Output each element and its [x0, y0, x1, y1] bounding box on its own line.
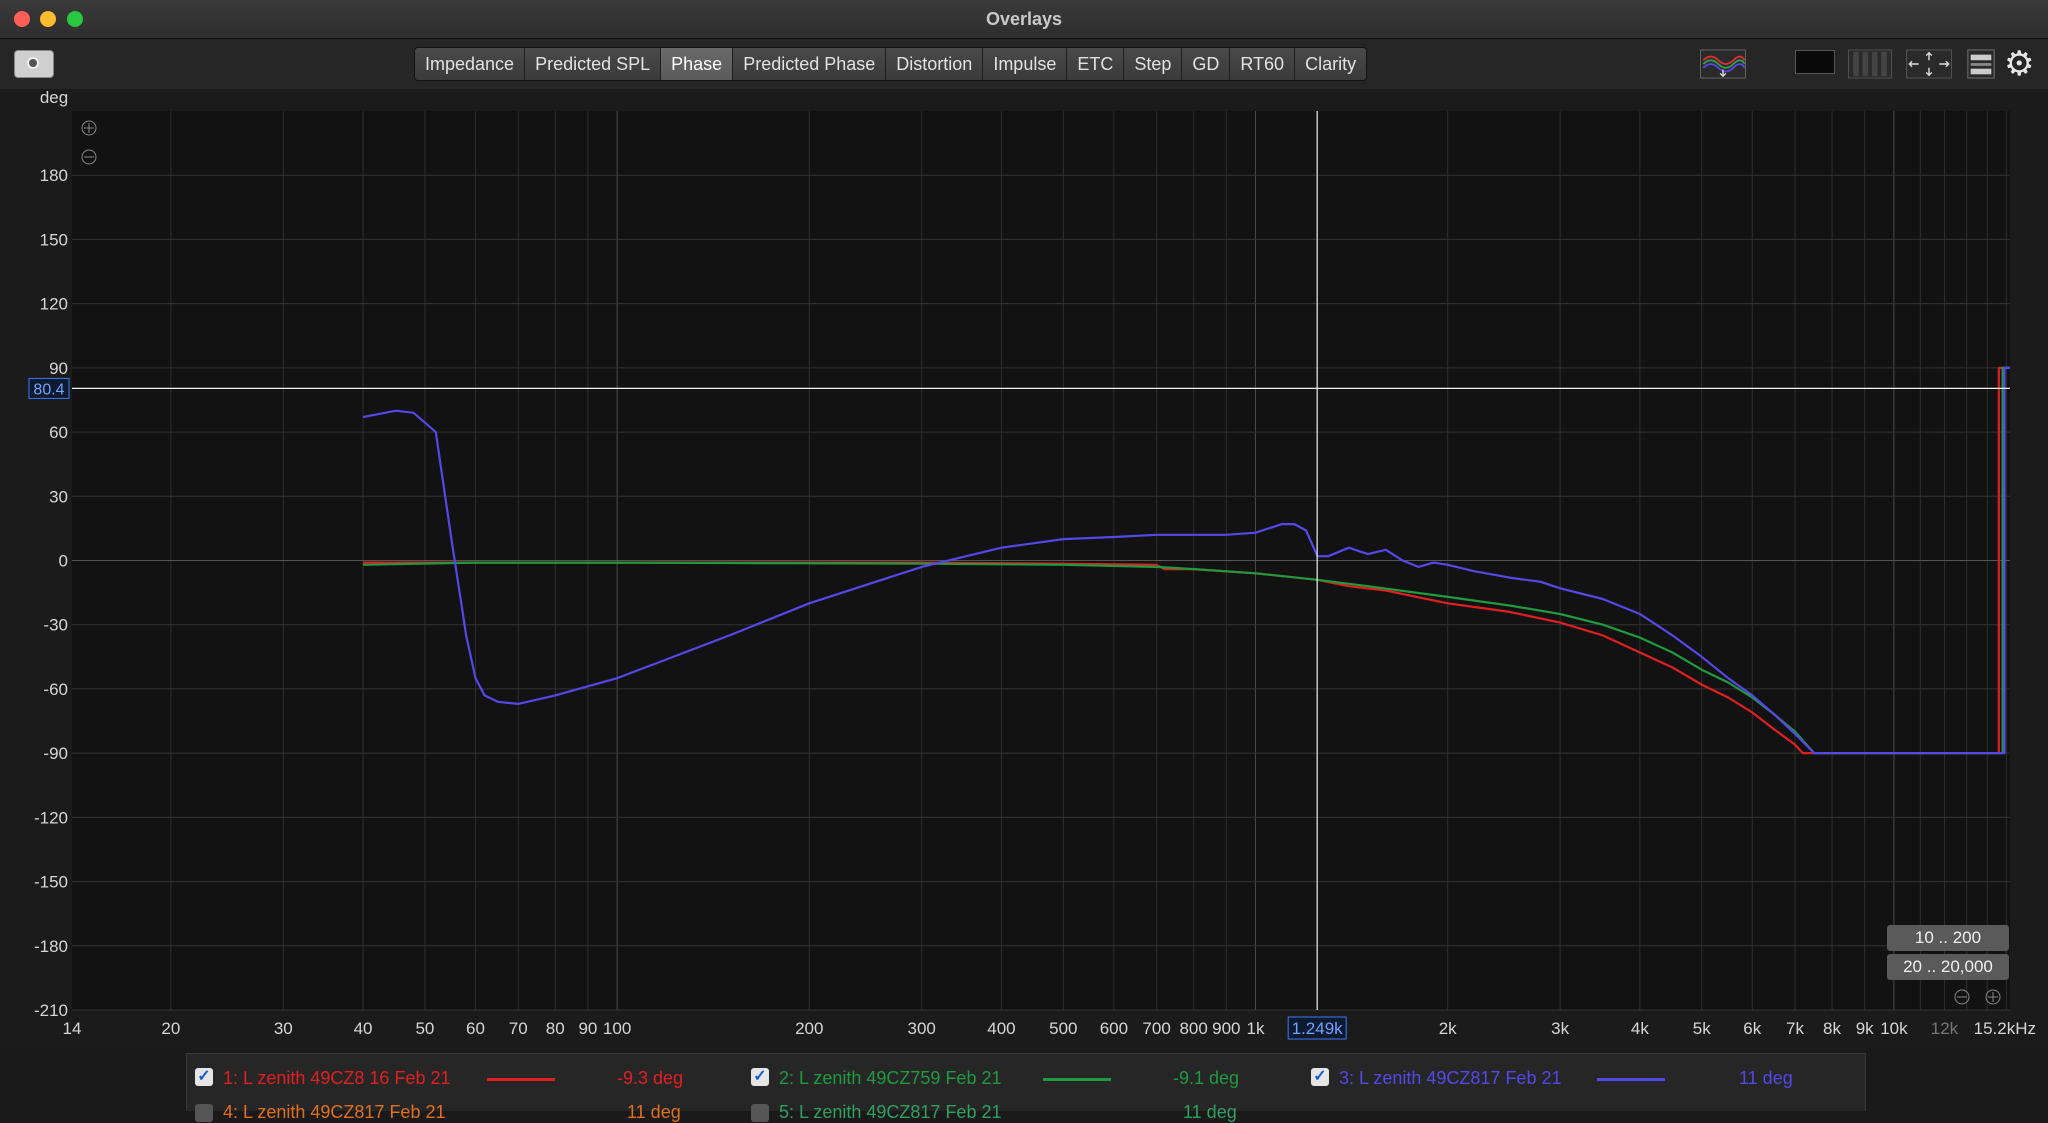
x-tick-label: 6k — [1743, 1019, 1761, 1038]
camera-icon[interactable] — [14, 50, 54, 78]
y-tick-label: 30 — [49, 487, 68, 506]
gear-icon[interactable]: ⚙ — [2004, 47, 2034, 81]
x-tick-label: 400 — [987, 1019, 1015, 1038]
tab-step[interactable]: Step — [1124, 48, 1183, 80]
range-10-200-button[interactable]: 10 .. 200 — [1887, 925, 2009, 951]
y-tick-label: -30 — [43, 616, 68, 635]
cursor-y-readout: 80.4 — [33, 381, 64, 398]
fit-arrows-icon[interactable] — [1904, 49, 1954, 79]
x-tick-label: 60 — [466, 1019, 485, 1038]
legend-value-5: 11 deg — [1183, 1102, 1237, 1122]
legend-checkbox-2[interactable]: ✓ — [751, 1068, 769, 1086]
x-zoom-in-icon[interactable] — [1985, 989, 2001, 1005]
x-tick-label: 200 — [795, 1019, 823, 1038]
legend-label-1: 1: L zenith 49CZ8 16 Feb 21 — [223, 1068, 451, 1088]
x-tick-label: 800 — [1179, 1019, 1207, 1038]
legend-checkbox-5[interactable] — [751, 1104, 769, 1122]
tab-impedance[interactable]: Impedance — [415, 48, 526, 80]
x-tick-label: 5k — [1693, 1019, 1711, 1038]
window-title: Overlays — [985, 9, 1063, 29]
tab-rt60[interactable]: RT60 — [1230, 48, 1296, 80]
tab-phase[interactable]: Phase — [661, 48, 734, 80]
color-swatch-icon[interactable] — [1795, 50, 1835, 74]
x-tick-label: 3k — [1551, 1019, 1569, 1038]
legend-label-4: 4: L zenith 49CZ817 Feb 21 — [223, 1102, 446, 1122]
legend-value-1: -9.3 deg — [617, 1068, 684, 1088]
legend-value-4: 11 deg — [627, 1102, 681, 1122]
legend-swatch-1 — [487, 1078, 555, 1081]
y-tick-label: -210 — [34, 1001, 68, 1020]
legend-swatch-2 — [1043, 1078, 1111, 1081]
x-tick-label: 600 — [1100, 1019, 1128, 1038]
y-tick-label: 0 — [59, 552, 68, 571]
x-tick-label: 80 — [546, 1019, 565, 1038]
tab-distortion[interactable]: Distortion — [886, 48, 984, 80]
y-tick-label: 120 — [40, 295, 68, 314]
y-tick-label: 180 — [40, 166, 68, 185]
x-tick-label: 12k — [1931, 1019, 1959, 1038]
x-tick-label: 500 — [1049, 1019, 1077, 1038]
x-tick-label: 700 — [1142, 1019, 1170, 1038]
x-tick-label: 8k — [1823, 1019, 1841, 1038]
tab-clarity[interactable]: Clarity — [1295, 48, 1367, 80]
y-tick-label: -60 — [43, 680, 68, 699]
legend-label-2: 2: L zenith 49CZ759 Feb 21 — [779, 1068, 1002, 1088]
x-tick-label: 300 — [908, 1019, 936, 1038]
x-tick-label: 70 — [509, 1019, 528, 1038]
x-tick-label: 7k — [1786, 1019, 1804, 1038]
x-tick-label: 20 — [161, 1019, 180, 1038]
legend-value-2: -9.1 deg — [1173, 1068, 1240, 1088]
x-tick-label: 4k — [1631, 1019, 1649, 1038]
y-tick-label: 60 — [49, 423, 68, 442]
tab-gd[interactable]: GD — [1182, 48, 1231, 80]
x-tick-label: 15.2kHz — [1974, 1019, 2036, 1038]
toolbar: Impedance Predicted SPL Phase Predicted Pha… — [0, 39, 2048, 89]
legend-panel: ✓ 1: L zenith 49CZ8 16 Feb 21 -9.3 deg ✓… — [186, 1053, 1866, 1122]
columns-icon[interactable] — [1846, 49, 1894, 79]
x-tick-label: 40 — [354, 1019, 373, 1038]
y-tick-label: 90 — [49, 359, 68, 378]
zoom-in-icon[interactable] — [81, 120, 97, 136]
y-tick-label: 150 — [40, 230, 68, 249]
legend-value-3: 11 deg — [1739, 1068, 1793, 1088]
legend-label-3: 3: L zenith 49CZ817 Feb 21 — [1339, 1068, 1562, 1088]
graph-tabs: Impedance Predicted SPL Phase Predicted Pha… — [414, 47, 1368, 81]
legend-checkbox-1[interactable]: ✓ — [195, 1068, 213, 1086]
x-tick-label: 1k — [1247, 1019, 1265, 1038]
overlay-waves-icon[interactable] — [1698, 49, 1748, 79]
x-tick-label: 14 — [63, 1019, 82, 1038]
layout-icon[interactable] — [1966, 49, 1996, 79]
y-tick-label: -180 — [34, 937, 68, 956]
x-tick-label: 100 — [603, 1019, 631, 1038]
legend-swatch-3 — [1597, 1078, 1665, 1081]
x-tick-label: 90 — [578, 1019, 597, 1038]
x-tick-label: 900 — [1212, 1019, 1240, 1038]
x-tick-label: 2k — [1439, 1019, 1457, 1038]
range-20-20000-button[interactable]: 20 .. 20,000 — [1887, 954, 2009, 980]
x-tick-label: 50 — [415, 1019, 434, 1038]
title-bar: Overlays — [0, 0, 2048, 39]
y-tick-label: -90 — [43, 744, 68, 763]
y-unit-label: deg — [40, 89, 68, 107]
legend-label-5: 5: L zenith 49CZ817 Feb 21 — [779, 1102, 1002, 1122]
tab-predicted-phase[interactable]: Predicted Phase — [733, 48, 887, 80]
legend-checkbox-4[interactable] — [195, 1104, 213, 1122]
x-tick-label: 30 — [274, 1019, 293, 1038]
x-tick-label: 9k — [1856, 1019, 1874, 1038]
y-tick-label: -120 — [34, 808, 68, 827]
x-tick-label: 10k — [1880, 1019, 1908, 1038]
tab-impulse[interactable]: Impulse — [983, 48, 1068, 80]
legend-checkbox-3[interactable]: ✓ — [1311, 1068, 1329, 1086]
y-tick-label: -150 — [34, 873, 68, 892]
tab-predicted-spl[interactable]: Predicted SPL — [525, 48, 662, 80]
tab-etc[interactable]: ETC — [1067, 48, 1125, 80]
phase-graph[interactable]: 1801501209060300-30-60-90-120-150-180-21… — [0, 89, 2048, 1049]
cursor-x-readout: 1.249k — [1292, 1019, 1344, 1038]
